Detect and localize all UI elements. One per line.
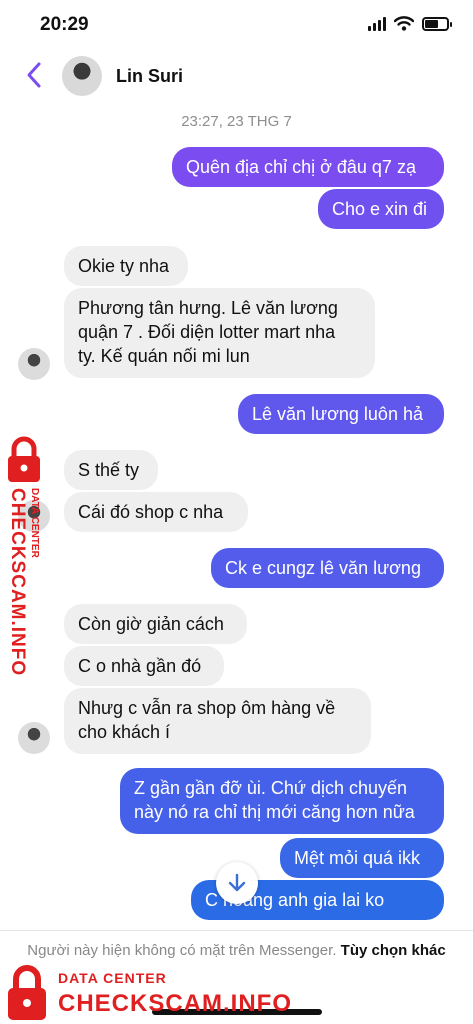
message-bubble-incoming[interactable]: Phương tân hưng. Lê văn lương quận 7 . Đ…	[64, 288, 375, 378]
watermark-small-text: DATA CENTER	[58, 970, 167, 986]
back-button[interactable]	[22, 60, 46, 90]
message-bubble-incoming[interactable]: Cái đó shop c nha	[64, 492, 248, 532]
message-bubble-outgoing[interactable]: Z gần gần đỡ ùi. Chứ dịch chuyến này nó …	[120, 768, 444, 834]
message-list[interactable]: 23:27, 23 THG 7 Quên địa chỉ chị ở đâu q…	[0, 100, 473, 930]
watermark-small-text: DATA CENTER	[29, 488, 40, 558]
scroll-to-bottom-button[interactable]	[216, 862, 258, 904]
watermark-side: CHECKSCAM.INFO DATA CENTER	[0, 436, 52, 676]
message-timestamp: 23:27, 23 THG 7	[181, 113, 292, 130]
contact-avatar[interactable]	[62, 56, 102, 96]
watermark-big-text: CHECKSCAM.INFO	[58, 990, 292, 1017]
message-bubble-incoming[interactable]: Nhưg c vẫn ra shop ôm hàng về cho khách …	[64, 688, 371, 754]
arrow-down-icon	[228, 873, 246, 892]
wifi-icon	[394, 16, 414, 31]
conversation-header: Lin Suri	[0, 52, 473, 100]
message-bubble-outgoing[interactable]: Quên địa chỉ chị ở đâu q7 zạ	[172, 147, 444, 187]
message-bubble-outgoing[interactable]: Lê văn lương luôn hả	[238, 394, 444, 434]
contact-name[interactable]: Lin Suri	[116, 66, 183, 87]
contact-avatar-small	[18, 348, 50, 380]
watermark-bottom: DATA CENTER CHECKSCAM.INFO	[0, 962, 300, 1024]
lock-icon	[8, 965, 46, 1020]
status-icons	[368, 16, 452, 31]
status-bar: 20:29	[0, 0, 473, 52]
battery-icon	[422, 16, 452, 31]
contact-avatar-small	[18, 722, 50, 754]
message-bubble-incoming[interactable]: S thế ty	[64, 450, 158, 490]
signal-icon	[368, 16, 386, 31]
lock-icon	[8, 436, 40, 482]
unavailable-notice: Người này hiện không có mặt trên Messeng…	[20, 941, 453, 961]
message-bubble-incoming[interactable]: Okie ty nha	[64, 246, 188, 286]
message-bubble-incoming[interactable]: C o nhà gần đó	[64, 646, 224, 686]
watermark-big-text: CHECKSCAM.INFO	[7, 488, 28, 677]
message-bubble-incoming[interactable]: Còn giờ giản cách	[64, 604, 247, 644]
notice-text: Người này hiện không có mặt trên Messeng…	[27, 942, 337, 959]
message-bubble-outgoing[interactable]: Ck e cungz lê văn lương	[211, 548, 444, 588]
status-time: 20:29	[40, 14, 89, 35]
message-bubble-outgoing[interactable]: Mệt mỏi quá ikk	[280, 838, 444, 878]
message-bubble-outgoing[interactable]: Cho e xin đi	[318, 189, 444, 229]
more-options-link[interactable]: Tùy chọn khác	[341, 942, 446, 959]
